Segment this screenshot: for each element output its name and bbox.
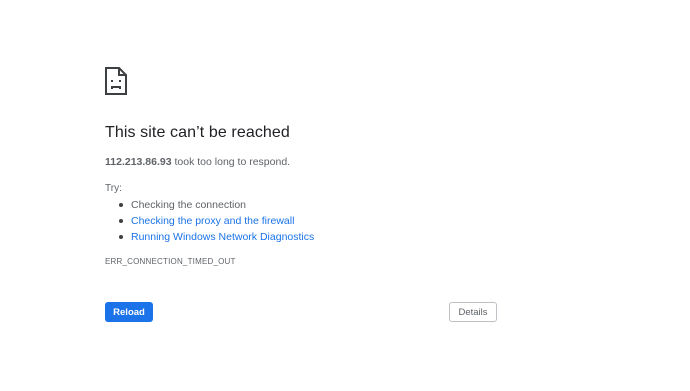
- error-page: This site can’t be reached 112.213.86.93…: [0, 0, 690, 391]
- bullet-icon: [119, 235, 123, 239]
- list-item: Checking the connection: [105, 198, 314, 214]
- bullet-icon: [119, 203, 123, 207]
- page-title: This site can’t be reached: [105, 124, 290, 141]
- error-message: 112.213.86.93 took too long to respond.: [105, 156, 290, 168]
- list-item: Checking the proxy and the firewall: [105, 214, 314, 230]
- try-label: Try:: [105, 183, 122, 194]
- error-code: ERR_CONNECTION_TIMED_OUT: [105, 257, 236, 266]
- sad-page-icon: [105, 67, 127, 95]
- suggestions-list: Checking the connection Checking the pro…: [105, 198, 314, 246]
- list-item: Running Windows Network Diagnostics: [105, 230, 314, 246]
- reload-button[interactable]: Reload: [105, 302, 153, 322]
- details-button[interactable]: Details: [449, 302, 497, 322]
- error-message-text: took too long to respond.: [171, 156, 291, 168]
- suggestion-check-proxy-link[interactable]: Checking the proxy and the firewall: [131, 215, 294, 227]
- suggestion-network-diagnostics-link[interactable]: Running Windows Network Diagnostics: [131, 231, 314, 243]
- suggestion-check-connection: Checking the connection: [131, 199, 246, 211]
- host-address: 112.213.86.93: [105, 156, 172, 168]
- bullet-icon: [119, 219, 123, 223]
